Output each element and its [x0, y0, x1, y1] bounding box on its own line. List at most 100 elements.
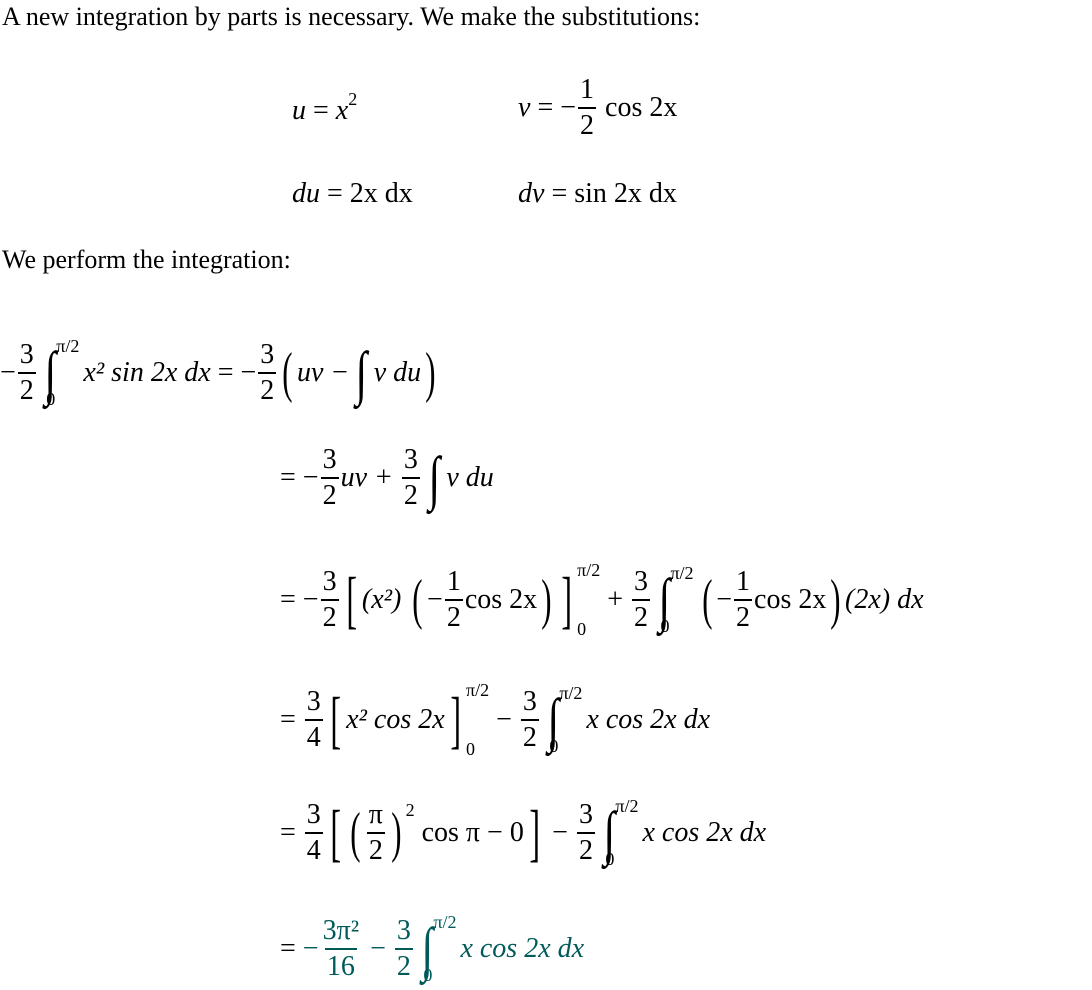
sub-v: v = −1 2 cos 2x [518, 74, 678, 141]
du-expression: 2x dx [349, 178, 413, 209]
left-paren: ( [282, 342, 293, 404]
denominator: 2 [401, 477, 420, 510]
result-expression: −3π² 16 − 32 ∫ π/2 0 x cos 2x dx [302, 912, 585, 985]
derivation-line-4: = 3 4[x² cos 2x] π/2 0 − 32 ∫ π/2 0 x cos 2x … [280, 680, 711, 760]
fraction: 32 [401, 446, 420, 510]
numerator: 3 [322, 566, 337, 597]
upper-limit: π/2 [615, 796, 639, 816]
numerator: 3 [306, 799, 321, 830]
denominator: 2 [320, 599, 339, 632]
fraction: 32 [258, 339, 277, 405]
right-bracket: ] [450, 684, 461, 755]
bracket-content: x² cos 2x [346, 704, 445, 735]
denominator: 2 [394, 948, 413, 981]
derivation-line-3: = −3 2 [(x²) (−1 2 cos 2x)] π/2 0 + 32 ∫ π/2 0 … [280, 560, 924, 640]
cos-term: cos 2x [464, 584, 538, 615]
uv-term: uv + [340, 462, 393, 493]
denominator: 2 [366, 832, 385, 865]
right-bracket: ] [561, 564, 572, 635]
fraction: 12 [734, 566, 753, 632]
derivation-line-2: = −3 2 uv + 32 ∫ v du [280, 444, 494, 511]
denominator: 4 [304, 719, 323, 752]
sub-dv: dv = sin 2x dx [518, 178, 677, 209]
numerator: 3 [322, 444, 337, 475]
fraction: 12 [444, 566, 463, 632]
right-paren: ) [830, 569, 841, 631]
derivation-line-5: = 3 4[ (π 2) 2 cos π − 0] − 32 ∫ π/2 0 x cos … [280, 796, 767, 869]
left-bracket: [ [330, 797, 341, 868]
denominator: 2 [576, 832, 595, 865]
exponent: 2 [405, 800, 415, 820]
integral-sign: ∫ [355, 340, 368, 406]
numerator: 3 [19, 339, 34, 370]
denominator: 2 [734, 599, 753, 632]
fraction: 34 [304, 799, 323, 865]
fraction: 32 [17, 339, 36, 405]
fraction: 32 [320, 444, 339, 510]
u-symbol: u [292, 95, 306, 126]
x-symbol: x [335, 95, 349, 126]
integral-sign: ∫ [428, 445, 440, 511]
exponent: 2 [348, 89, 358, 109]
denominator: 2 [17, 372, 36, 405]
sub-u: u = x2 [292, 89, 358, 126]
denominator: 2 [444, 599, 463, 632]
sub-du: du = 2x dx [292, 178, 413, 209]
right-paren: ) [425, 342, 436, 404]
integral-sign: ∫ π/2 0 [44, 336, 80, 409]
fraction: 34 [304, 688, 323, 752]
right-bracket: ] [529, 797, 540, 868]
denominator: 2 [258, 372, 277, 405]
right-paren: ) [391, 802, 402, 864]
numerator: 3 [396, 915, 411, 946]
integrand: x² sin 2x dx [83, 357, 211, 388]
fraction: 12 [578, 76, 597, 140]
numerator: 3 [260, 339, 275, 370]
integrand: x cos 2x dx [586, 704, 711, 735]
denominator: 2 [520, 719, 539, 752]
upper-limit: π/2 [577, 560, 601, 580]
integral-sign: ∫ π/2 0 [421, 912, 457, 985]
evaluation-limits: π/2 0 [466, 680, 489, 760]
perform-text: We perform the integration: [2, 245, 291, 274]
numerator: 3π² [322, 915, 360, 946]
dv-expression: sin 2x dx [574, 178, 677, 209]
cos-term: cos 2x [754, 584, 827, 615]
upper-limit: π/2 [670, 563, 694, 583]
numerator: 3 [578, 799, 593, 830]
upper-limit: π/2 [56, 336, 80, 356]
intro-text: A new integration by parts is necessary.… [2, 2, 701, 31]
denominator: 2 [320, 477, 339, 510]
upper-limit: π/2 [559, 683, 583, 703]
lower-limit: 0 [466, 739, 475, 759]
fraction: 32 [320, 566, 339, 632]
uv-term: uv − [296, 357, 350, 388]
v-du-term: v du [373, 357, 422, 388]
fraction: 32 [394, 915, 413, 981]
denominator: 2 [578, 107, 597, 140]
v-expression: cos 2x [605, 92, 678, 123]
fraction: 32 [632, 568, 651, 632]
left-paren: ( [701, 569, 713, 631]
left-bracket: [ [330, 684, 341, 755]
left-bracket: [ [345, 564, 357, 635]
fraction: π2 [366, 799, 385, 865]
integrand: x cos 2x dx [642, 817, 767, 848]
numerator: π [368, 799, 383, 830]
integral-sign: ∫ π/2 0 [547, 683, 583, 756]
fraction: 32 [576, 799, 595, 865]
denominator: 2 [632, 599, 651, 632]
x-squared: (x²) [361, 584, 402, 615]
left-paren: ( [350, 802, 361, 864]
numerator: 1 [736, 566, 751, 597]
dv-symbol: dv [518, 178, 545, 209]
lower-limit: 0 [577, 619, 587, 639]
upper-limit: π/2 [433, 912, 457, 932]
tail-term: (2x) dx [845, 584, 924, 615]
derivation-line-1: −3 2 ∫ π/2 0 x² sin 2x dx = −3 2 (uv − ∫ v du… [0, 336, 436, 409]
bracket-content: cos π − 0 [421, 817, 524, 848]
evaluation-limits: π/2 0 [577, 560, 600, 640]
numerator: 1 [446, 566, 461, 597]
left-paren: ( [412, 569, 423, 631]
fraction: 3π² 16 [321, 917, 362, 981]
